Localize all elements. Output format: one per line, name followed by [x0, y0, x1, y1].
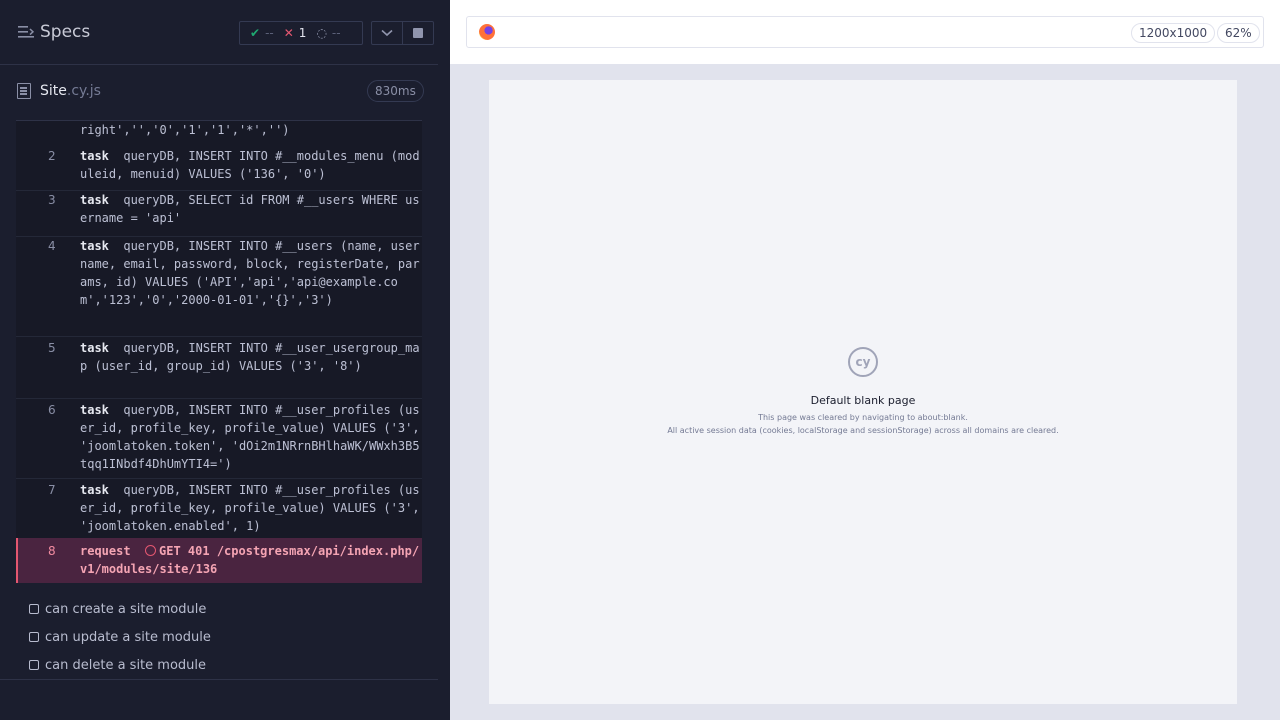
- command-number: 5: [48, 341, 56, 355]
- passed-count: --: [265, 26, 274, 40]
- failed-stat: ✕ 1: [284, 26, 307, 40]
- stop-icon: [413, 28, 424, 38]
- viewport-size-badge[interactable]: 1200x1000: [1131, 23, 1216, 43]
- command-keyword: task: [80, 193, 109, 207]
- run-controls: [371, 21, 434, 45]
- reporter-panel: Specs ✔ -- ✕ 1 ◌ -- Site.cy.js 830ms rig…: [0, 0, 438, 720]
- app-preview: 1200x1000 62% cy Default blank page This…: [438, 0, 1280, 720]
- passed-stat: ✔ --: [250, 26, 274, 40]
- command-keyword: task: [80, 341, 109, 355]
- command-text: right','','0','1','1','*',''): [80, 123, 290, 137]
- error-circle-icon: [145, 545, 157, 556]
- specs-title[interactable]: Specs: [40, 22, 90, 42]
- command-row[interactable]: 5 task queryDB, INSERT INTO #__user_user…: [16, 337, 422, 399]
- command-row[interactable]: 6 task queryDB, INSERT INTO #__user_prof…: [16, 399, 422, 479]
- command-row[interactable]: 3 task queryDB, SELECT id FROM #__users …: [16, 191, 422, 237]
- test-item[interactable]: can create a site module: [29, 599, 206, 619]
- firefox-icon[interactable]: [479, 24, 495, 40]
- test-item[interactable]: can delete a site module: [29, 655, 206, 675]
- command-number: 7: [48, 483, 56, 497]
- command-keyword: task: [80, 239, 109, 253]
- chevron-down-icon: [381, 29, 393, 37]
- test-status-icon: [29, 632, 39, 642]
- pending-stat: ◌ --: [316, 26, 340, 40]
- divider: [0, 679, 438, 680]
- test-title: can delete a site module: [45, 657, 207, 673]
- document-icon: [17, 83, 31, 99]
- failed-count: 1: [298, 26, 307, 40]
- command-text: queryDB, INSERT INTO #__modules_menu (mo…: [80, 149, 420, 181]
- command-number: 6: [48, 403, 56, 417]
- command-keyword: task: [80, 403, 109, 417]
- test-title: can create a site module: [45, 601, 207, 617]
- blank-page-title: Default blank page: [810, 394, 916, 407]
- command-row[interactable]: 7 task queryDB, INSERT INTO #__user_prof…: [16, 479, 422, 537]
- expand-button[interactable]: [372, 22, 402, 44]
- test-status-icon: [29, 660, 39, 670]
- test-stats: ✔ -- ✕ 1 ◌ --: [239, 21, 363, 45]
- command-log[interactable]: right','','0','1','1','*','') 2 task que…: [16, 120, 422, 583]
- aut-frame: cy Default blank page This page was clea…: [450, 64, 1280, 720]
- command-row[interactable]: 4 task queryDB, INSERT INTO #__users (na…: [16, 237, 422, 337]
- cypress-logo-icon: cy: [848, 347, 878, 377]
- command-keyword: task: [80, 483, 109, 497]
- command-text: queryDB, INSERT INTO #__user_profiles (u…: [80, 483, 420, 533]
- spec-file-ext: .cy.js: [66, 83, 101, 99]
- test-title: can update a site module: [45, 629, 211, 645]
- specs-menu-icon[interactable]: [18, 25, 34, 39]
- stop-button[interactable]: [402, 22, 433, 44]
- spec-file-base: Site: [40, 83, 67, 99]
- duration-badge: 830ms: [367, 80, 424, 102]
- command-text: queryDB, INSERT INTO #__user_profiles (u…: [80, 403, 420, 471]
- command-row[interactable]: 2 task queryDB, INSERT INTO #__modules_m…: [16, 147, 422, 191]
- test-item[interactable]: can update a site module: [29, 627, 211, 647]
- test-status-icon: [29, 604, 39, 614]
- spec-file-name: Site.cy.js: [40, 83, 101, 99]
- command-row[interactable]: right','','0','1','1','*',''): [16, 121, 422, 147]
- blank-page: cy Default blank page This page was clea…: [489, 80, 1237, 704]
- command-text: queryDB, SELECT id FROM #__users WHERE u…: [80, 193, 420, 225]
- check-icon: ✔: [250, 26, 261, 40]
- command-keyword: task: [80, 149, 109, 163]
- command-number: 8: [48, 544, 56, 558]
- command-number: 4: [48, 239, 56, 253]
- specs-header: Specs ✔ -- ✕ 1 ◌ --: [0, 0, 438, 65]
- command-keyword: request: [80, 544, 131, 558]
- failed-request-row[interactable]: 8 request GET 401 /cpostgresmax/api/inde…: [16, 538, 422, 583]
- blank-page-message: All active session data (cookies, localS…: [667, 426, 1059, 435]
- zoom-badge: 62%: [1217, 23, 1260, 43]
- aut-header: 1200x1000 62%: [466, 16, 1264, 48]
- command-number: 2: [48, 149, 56, 163]
- command-text: queryDB, INSERT INTO #__user_usergroup_m…: [80, 341, 420, 373]
- command-text: queryDB, INSERT INTO #__users (name, use…: [80, 239, 420, 307]
- pending-circle-icon: ◌: [316, 26, 327, 40]
- command-text: GET 401 /cpostgresmax/api/index.php/v1/m…: [80, 544, 420, 576]
- command-number: 3: [48, 193, 56, 207]
- blank-page-message: This page was cleared by navigating to a…: [758, 413, 968, 422]
- panel-resize-handle[interactable]: [438, 0, 450, 720]
- spec-file-row[interactable]: Site.cy.js 830ms: [0, 66, 438, 120]
- x-icon: ✕: [283, 26, 294, 40]
- pending-count: --: [331, 26, 341, 40]
